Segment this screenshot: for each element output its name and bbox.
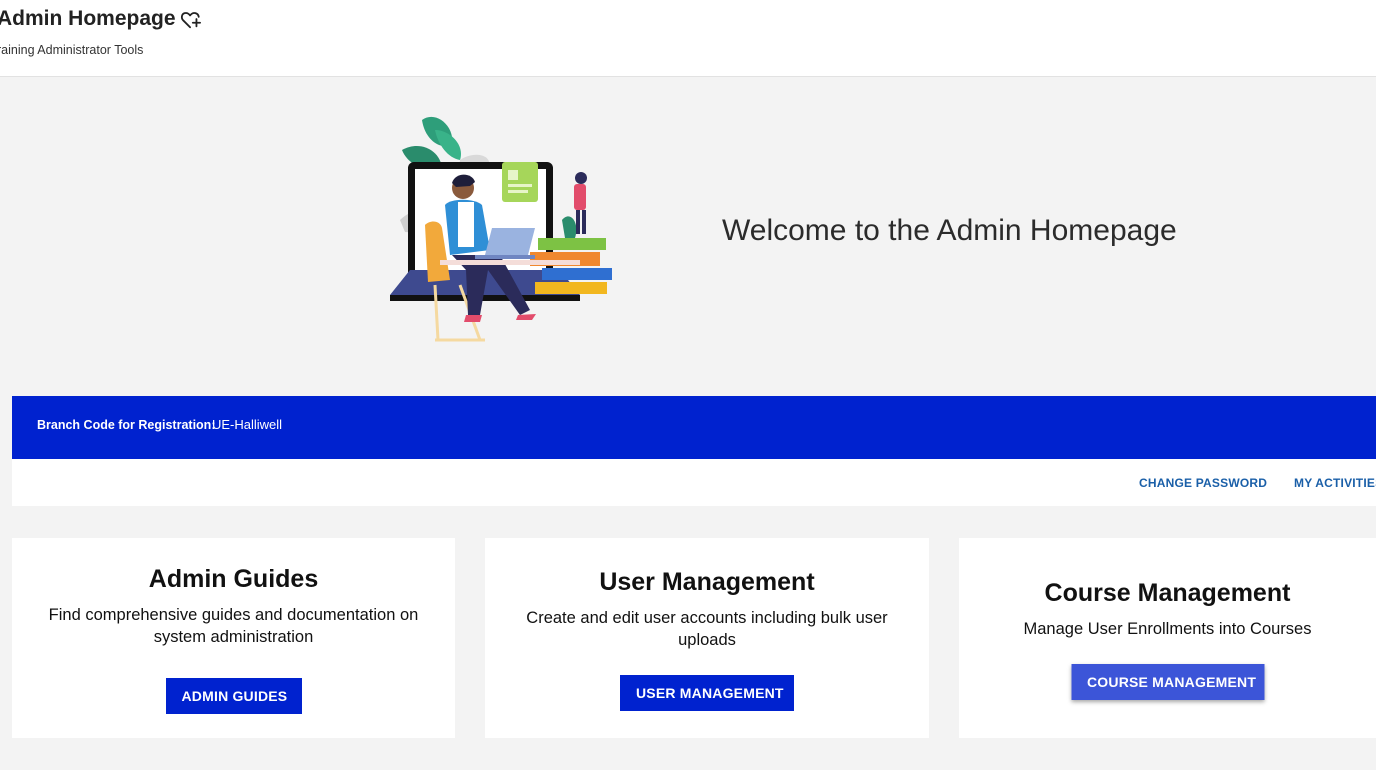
hero-banner: Welcome to the Admin Homepage bbox=[0, 78, 1376, 396]
account-links-bar: CHANGE PASSWORD MY ACTIVITIES bbox=[12, 459, 1376, 506]
card-title: User Management bbox=[599, 568, 815, 596]
card-title: Course Management bbox=[1044, 579, 1291, 607]
person-at-laptop-illustration bbox=[390, 116, 612, 342]
course-management-button[interactable]: COURSE MANAGEMENT bbox=[1071, 664, 1264, 700]
admin-guides-button[interactable]: ADMIN GUIDES bbox=[165, 678, 302, 714]
admin-guides-card: Admin Guides Find comprehensive guides a… bbox=[12, 538, 455, 738]
heart-plus-icon[interactable] bbox=[180, 10, 202, 30]
branch-code-value: UE-Halliwell bbox=[212, 417, 283, 432]
branch-code-label: Branch Code for Registration: bbox=[37, 418, 216, 432]
user-management-button[interactable]: USER MANAGEMENT bbox=[620, 675, 794, 711]
card-description: Manage User Enrollments into Courses bbox=[1023, 620, 1312, 638]
card-description: Find comprehensive guides and documentat… bbox=[48, 606, 419, 646]
course-management-card: Course Management Manage User Enrollment… bbox=[959, 538, 1376, 738]
welcome-heading: Welcome to the Admin Homepage bbox=[722, 214, 1177, 247]
user-management-card: User Management Create and edit user acc… bbox=[485, 538, 929, 738]
page-subtitle: raining Administrator Tools bbox=[0, 43, 144, 57]
card-title: Admin Guides bbox=[148, 565, 319, 593]
branch-code-bar: Branch Code for Registration: UE-Halliwe… bbox=[12, 396, 1376, 459]
change-password-link[interactable]: CHANGE PASSWORD bbox=[1139, 476, 1267, 490]
page-title: Admin Homepage bbox=[0, 7, 176, 30]
page-header: Admin Homepage raining Administrator Too… bbox=[0, 0, 1376, 77]
card-description: Create and edit user accounts including … bbox=[526, 609, 888, 649]
my-activities-link[interactable]: MY ACTIVITIES bbox=[1294, 476, 1376, 490]
